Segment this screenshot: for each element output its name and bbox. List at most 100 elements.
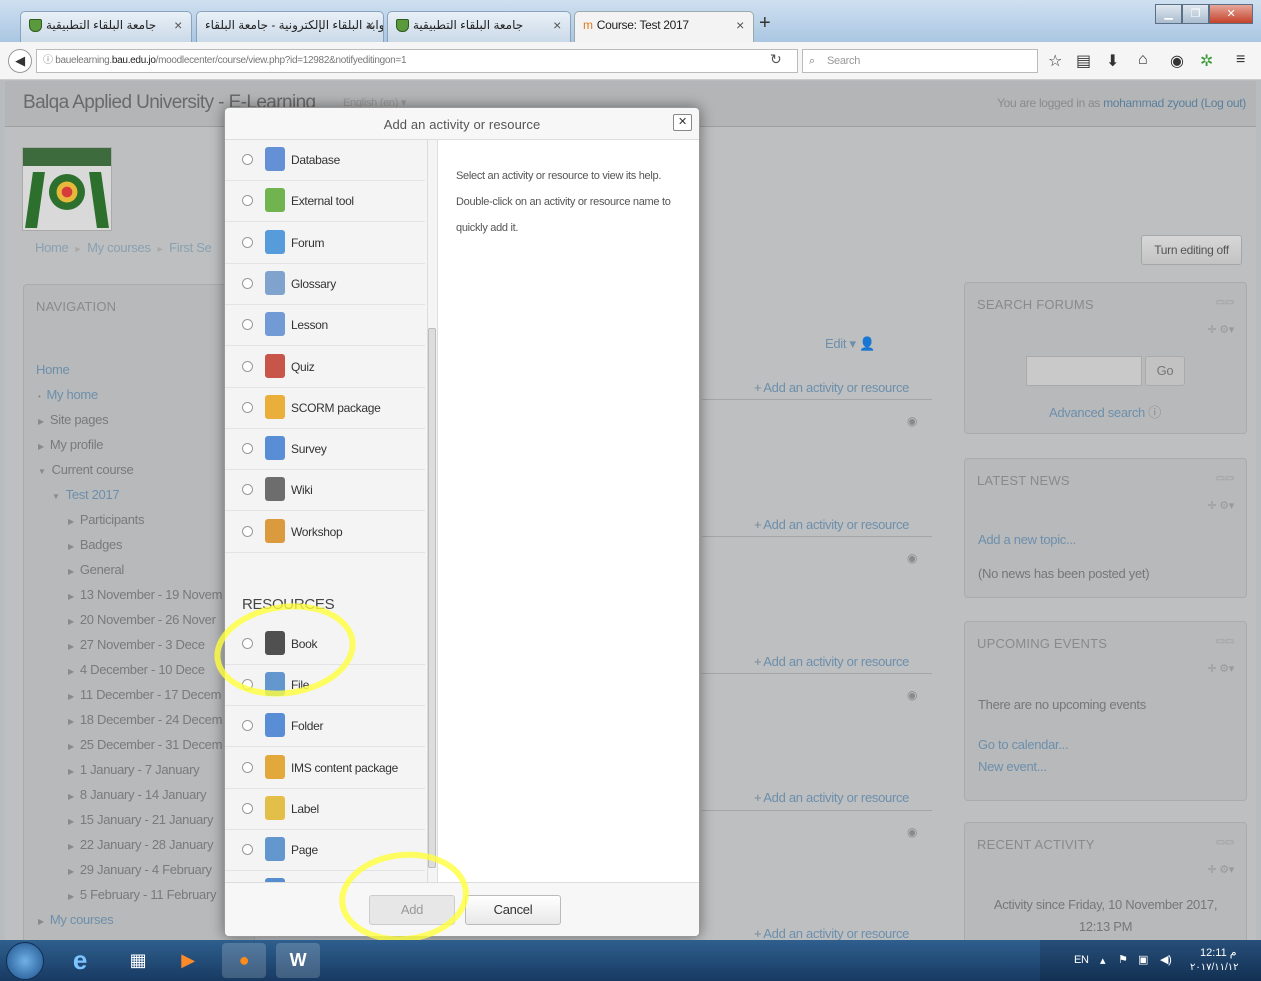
nav-item-site-pages[interactable]: ▶ Site pages bbox=[38, 412, 109, 427]
breadcrumb-my-courses[interactable]: My courses bbox=[87, 240, 151, 255]
option-folder[interactable]: Folder bbox=[225, 707, 425, 748]
advanced-search-link[interactable]: Advanced search ⓘ bbox=[1049, 402, 1161, 421]
word-icon[interactable]: W bbox=[276, 943, 320, 978]
firefox-icon[interactable]: ● bbox=[222, 943, 266, 978]
add-new-topic-link[interactable]: Add a new topic... bbox=[978, 532, 1076, 547]
browser-tab[interactable]: جامعة البلقاء التطبيقية × bbox=[20, 11, 192, 42]
eye-icon[interactable]: ◉ bbox=[907, 551, 917, 565]
option-scorm-package[interactable]: SCORM package bbox=[225, 389, 425, 429]
block-actions-icon[interactable]: ✛ ⚙▾ bbox=[1208, 323, 1235, 336]
nav-item-week[interactable]: ▶ 20 November - 26 Nover bbox=[68, 612, 216, 627]
option-external-tool[interactable]: External tool bbox=[225, 182, 425, 223]
nav-item-participants[interactable]: ▶ Participants bbox=[68, 512, 144, 527]
block-dock-icon[interactable]: ▭▭ bbox=[1216, 636, 1235, 647]
nav-item-week[interactable]: ▶ 15 January - 21 January bbox=[68, 812, 213, 827]
volume-icon[interactable]: ◀) bbox=[1160, 953, 1172, 966]
browser-tab[interactable]: جامعة البلقاء التطبيقية × bbox=[387, 11, 571, 42]
back-icon[interactable]: ◀ bbox=[8, 49, 32, 73]
nav-item-week[interactable]: ▶ 4 December - 10 Dece bbox=[68, 662, 205, 677]
language-indicator[interactable]: EN bbox=[1074, 954, 1089, 966]
pocket-icon[interactable]: ◉ bbox=[1170, 51, 1184, 71]
start-button[interactable] bbox=[6, 942, 44, 980]
nav-item-week[interactable]: ▶ 22 January - 28 January bbox=[68, 837, 213, 852]
radio-button[interactable] bbox=[242, 195, 253, 207]
block-actions-icon[interactable]: ✛ ⚙▾ bbox=[1208, 499, 1235, 512]
radio-button[interactable] bbox=[242, 277, 253, 289]
option-wiki[interactable]: Wiki bbox=[225, 471, 425, 512]
add-activity-link[interactable]: + Add an activity or resource bbox=[754, 654, 909, 669]
radio-button[interactable] bbox=[242, 236, 253, 248]
close-icon[interactable]: × bbox=[553, 17, 561, 33]
breadcrumb-home[interactable]: Home bbox=[35, 240, 69, 255]
turn-editing-off-button[interactable]: Turn editing off bbox=[1141, 235, 1242, 265]
nav-item-badges[interactable]: ▶ Badges bbox=[68, 537, 122, 552]
nav-item-week[interactable]: ▶ 1 January - 7 January bbox=[68, 762, 200, 777]
new-tab-icon[interactable]: + bbox=[759, 12, 771, 35]
scrollbar-thumb[interactable] bbox=[428, 328, 436, 868]
flag-icon[interactable]: ⚑ bbox=[1118, 953, 1128, 966]
help-icon[interactable]: ⓘ bbox=[1148, 405, 1161, 420]
block-actions-icon[interactable]: ✛ ⚙▾ bbox=[1208, 863, 1235, 876]
close-icon[interactable]: × bbox=[174, 17, 182, 33]
block-actions-icon[interactable]: ✛ ⚙▾ bbox=[1208, 662, 1235, 675]
menu-icon[interactable]: ≡ bbox=[1236, 51, 1245, 69]
internet-explorer-icon[interactable]: e bbox=[58, 943, 102, 978]
radio-button[interactable] bbox=[242, 844, 253, 855]
radio-button[interactable] bbox=[242, 484, 253, 496]
nav-item-week[interactable]: ▶ 25 December - 31 Decem bbox=[68, 737, 222, 752]
eye-icon[interactable]: ◉ bbox=[907, 414, 917, 428]
user-link[interactable]: mohammad zyoud bbox=[1103, 96, 1198, 110]
nav-item-test-2017[interactable]: ▼ Test 2017 bbox=[52, 487, 120, 502]
search-forums-input[interactable] bbox=[1026, 356, 1142, 386]
dialog-close-icon[interactable]: ✕ bbox=[673, 114, 692, 131]
edit-menu[interactable]: Edit ▾ 👤 bbox=[825, 336, 875, 352]
option-lesson[interactable]: Lesson bbox=[225, 306, 425, 347]
radio-button[interactable] bbox=[242, 360, 253, 372]
close-icon[interactable]: × bbox=[736, 17, 744, 33]
minimize-icon[interactable]: ▁ bbox=[1155, 4, 1182, 24]
radio-button[interactable] bbox=[242, 761, 253, 773]
nav-item-my-courses[interactable]: ▶ My courses bbox=[38, 912, 114, 927]
option-ims-content-package[interactable]: IMS content package bbox=[225, 749, 425, 789]
block-dock-icon[interactable]: ▭▭ bbox=[1216, 473, 1235, 484]
clock-time[interactable]: 12:11 م bbox=[1200, 946, 1237, 959]
add-activity-link[interactable]: + Add an activity or resource bbox=[754, 517, 909, 532]
radio-button[interactable] bbox=[242, 720, 253, 732]
bookmark-star-icon[interactable]: ☆ bbox=[1048, 51, 1062, 71]
url-bar[interactable]: ⓘ bauelearning.bau.edu.jo/moodlecenter/c… bbox=[36, 49, 798, 73]
file-explorer-icon[interactable]: ▦ bbox=[116, 943, 160, 978]
option-survey[interactable]: Survey bbox=[225, 430, 425, 471]
nav-item-my-profile[interactable]: ▶ My profile bbox=[38, 437, 104, 452]
logout-link[interactable]: (Log out) bbox=[1201, 96, 1247, 110]
network-icon[interactable]: ▣ bbox=[1138, 953, 1148, 966]
nav-item-week[interactable]: ▶ 5 February - 11 February bbox=[68, 887, 217, 902]
breadcrumb-first-semester[interactable]: First Se bbox=[169, 240, 212, 255]
add-activity-link[interactable]: + Add an activity or resource bbox=[754, 380, 909, 395]
radio-button[interactable] bbox=[242, 401, 253, 413]
maximize-icon[interactable]: ❐ bbox=[1182, 4, 1209, 24]
add-activity-link[interactable]: + Add an activity or resource bbox=[754, 790, 909, 805]
nav-item-current-course[interactable]: ▼ Current course bbox=[38, 462, 134, 477]
new-event-link[interactable]: New event... bbox=[978, 759, 1047, 774]
radio-button[interactable] bbox=[242, 319, 253, 331]
radio-button[interactable] bbox=[242, 802, 253, 814]
option-quiz[interactable]: Quiz bbox=[225, 348, 425, 388]
media-player-icon[interactable]: ▶ bbox=[166, 943, 210, 978]
cancel-button[interactable]: Cancel bbox=[465, 895, 561, 925]
search-forums-go-button[interactable]: Go bbox=[1145, 356, 1185, 386]
browser-tab[interactable]: بوابة البلقاء الإلكترونية - جامعة البلقا… bbox=[196, 11, 384, 42]
download-icon[interactable]: ⬇ bbox=[1106, 51, 1119, 71]
add-activity-link[interactable]: + Add an activity or resource bbox=[754, 926, 909, 940]
nav-item-week[interactable]: ▶ 8 January - 14 January bbox=[68, 787, 207, 802]
radio-button[interactable] bbox=[242, 154, 253, 165]
tray-arrow-icon[interactable]: ▴ bbox=[1100, 954, 1106, 967]
browser-tab-active[interactable]: m Course: Test 2017 × bbox=[574, 11, 754, 43]
clock-date[interactable]: ٢٠١٧/١١/١٢ bbox=[1190, 962, 1239, 973]
option-label[interactable]: Label bbox=[225, 790, 425, 830]
eye-icon[interactable]: ◉ bbox=[907, 825, 917, 839]
home-icon[interactable]: ⌂ bbox=[1138, 51, 1148, 69]
addon-icon[interactable]: ✲ bbox=[1200, 51, 1213, 71]
close-icon[interactable]: × bbox=[366, 17, 374, 33]
reading-list-icon[interactable]: ▤ bbox=[1076, 51, 1091, 71]
nav-item-week[interactable]: ▶ 11 December - 17 Decem bbox=[68, 687, 221, 702]
